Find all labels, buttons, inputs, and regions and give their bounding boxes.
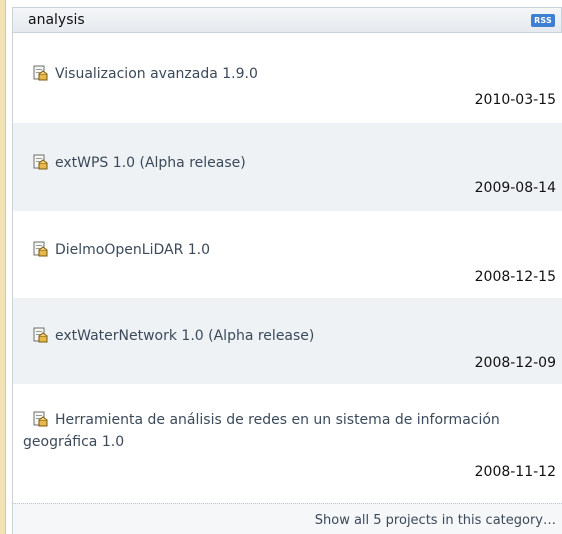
package-icon xyxy=(33,65,48,81)
project-link[interactable]: Herramienta de análisis de redes en un s… xyxy=(23,409,542,453)
project-name: Visualizacion avanzada 1.9.0 xyxy=(55,66,258,82)
category-title: analysis xyxy=(28,12,85,28)
package-icon xyxy=(33,241,48,257)
package-icon xyxy=(33,154,48,170)
project-link[interactable]: extWPS 1.0 (Alpha release) xyxy=(33,152,552,174)
project-date: 2008-12-09 xyxy=(474,355,556,371)
show-all-projects-link[interactable]: Show all 5 projects in this category… xyxy=(315,513,556,528)
project-link[interactable]: extWaterNetwork 1.0 (Alpha release) xyxy=(33,325,552,347)
project-link[interactable]: DielmoOpenLiDAR 1.0 xyxy=(33,239,552,261)
project-date: 2008-12-15 xyxy=(474,269,556,285)
project-name: extWaterNetwork 1.0 (Alpha release) xyxy=(55,328,315,344)
category-footer: Show all 5 projects in this category… xyxy=(13,503,562,534)
project-date: 2010-03-15 xyxy=(474,92,556,108)
package-icon xyxy=(33,411,48,427)
list-item: extWPS 1.0 (Alpha release) 2009-08-14 xyxy=(13,123,562,211)
page-left-border xyxy=(0,0,6,534)
list-item: extWaterNetwork 1.0 (Alpha release) 2008… xyxy=(13,298,562,384)
list-item: Herramienta de análisis de redes en un s… xyxy=(13,384,562,496)
list-item: DielmoOpenLiDAR 1.0 2008-12-15 xyxy=(13,211,562,298)
list-item: Visualizacion avanzada 1.9.0 2010-03-15 xyxy=(13,33,562,123)
project-name: extWPS 1.0 (Alpha release) xyxy=(55,155,246,171)
category-panel: analysis RSS Visualizacion avanzada 1.9.… xyxy=(12,7,562,534)
project-date: 2009-08-14 xyxy=(474,180,556,196)
project-date: 2008-11-12 xyxy=(474,464,556,480)
package-icon xyxy=(33,327,48,343)
project-link[interactable]: Visualizacion avanzada 1.9.0 xyxy=(33,63,552,85)
project-name: DielmoOpenLiDAR 1.0 xyxy=(55,242,211,258)
category-header: analysis RSS xyxy=(13,7,562,33)
rss-icon[interactable]: RSS xyxy=(531,13,555,27)
project-name: Herramienta de análisis de redes en un s… xyxy=(23,412,500,450)
